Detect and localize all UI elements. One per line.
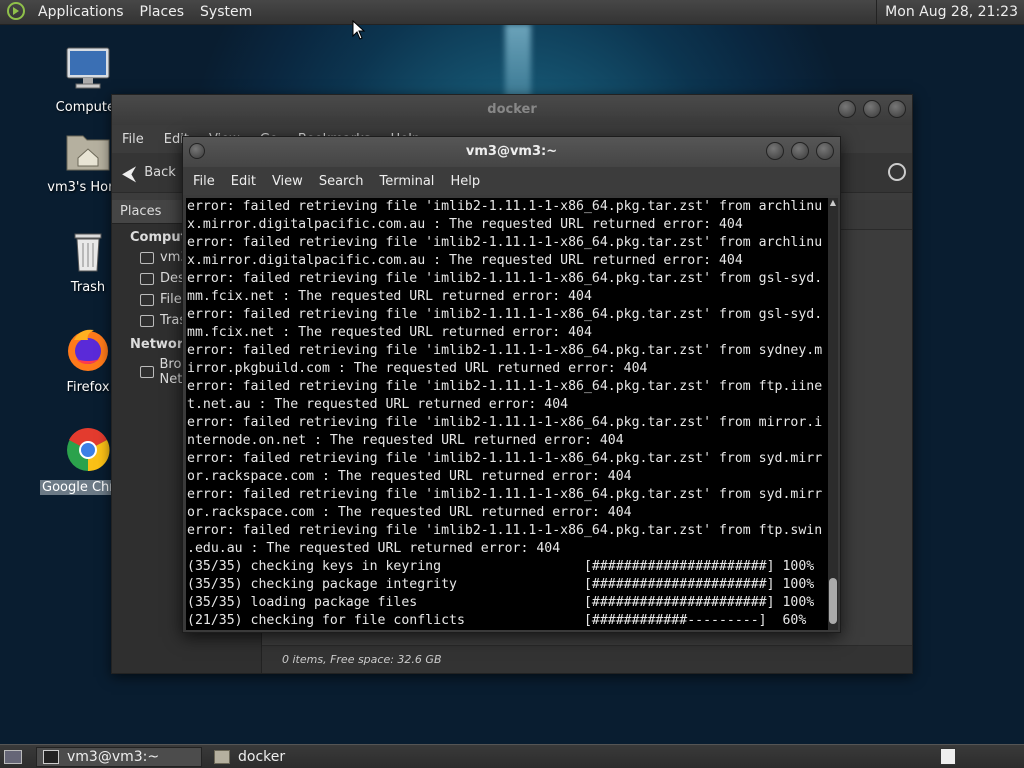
scroll-up-icon[interactable]: ▲ xyxy=(828,198,838,208)
menu-file[interactable]: File xyxy=(185,174,223,189)
minimize-button[interactable] xyxy=(766,142,784,160)
terminal-line: (35/35) checking package integrity [####… xyxy=(187,577,815,592)
terminal-line: (35/35) checking keys in keyring [######… xyxy=(187,559,815,574)
firefox-icon xyxy=(64,329,112,378)
terminal-line: mm.fcix.net : The requested URL returned… xyxy=(187,289,592,304)
terminal-line: x.mirror.digitalpacific.com.au : The req… xyxy=(187,253,743,268)
taskbar-item-docker[interactable]: docker xyxy=(208,747,291,767)
show-desktop-icon[interactable] xyxy=(4,749,22,764)
window-title: vm3@vm3:~ xyxy=(465,144,558,159)
task-label: vm3@vm3:~ xyxy=(67,748,160,765)
menu-help[interactable]: Help xyxy=(442,174,488,189)
trash-icon xyxy=(68,233,108,278)
terminal-line: error: failed retrieving file 'imlib2-1.… xyxy=(187,199,823,214)
terminal-line: t.net.au : The requested URL returned er… xyxy=(187,397,569,412)
terminal-line: (21/35) checking for file conflicts [###… xyxy=(187,613,807,628)
network-icon xyxy=(140,366,154,378)
terminal-line: irror.pkgbuild.com : The requested URL r… xyxy=(187,361,648,376)
workspace-switcher[interactable] xyxy=(940,748,956,765)
drive-icon xyxy=(140,293,154,306)
terminal-line: .edu.au : The requested URL returned err… xyxy=(187,541,561,556)
terminal-lines: error: failed retrieving file 'imlib2-1.… xyxy=(186,198,828,630)
terminal-line: (35/35) loading package files [#########… xyxy=(187,595,815,610)
terminal-icon xyxy=(43,749,59,764)
back-arrow-icon: ⮜ xyxy=(122,160,137,185)
terminal-line: error: failed retrieving file 'imlib2-1.… xyxy=(187,415,823,430)
terminal-line: or.rackspace.com : The requested URL ret… xyxy=(187,505,632,520)
menu-edit[interactable]: Edit xyxy=(223,174,264,189)
task-label: docker xyxy=(238,748,286,765)
maximize-button[interactable] xyxy=(791,142,809,160)
terminal-line: error: failed retrieving file 'imlib2-1.… xyxy=(187,235,823,250)
applications-menu[interactable]: Applications xyxy=(30,0,132,25)
back-label: Back xyxy=(144,165,176,180)
file-manager-titlebar[interactable]: docker xyxy=(112,95,912,125)
window-title: docker xyxy=(487,102,537,117)
close-button[interactable] xyxy=(888,100,906,118)
maximize-button[interactable] xyxy=(863,100,881,118)
taskbar-item-terminal[interactable]: vm3@vm3:~ xyxy=(36,746,202,767)
desktop-icon-label: Google Chrome xyxy=(40,480,116,495)
trash-icon xyxy=(140,314,154,327)
terminal-scrollbar[interactable]: ▲ xyxy=(828,198,838,630)
window-menu-button[interactable] xyxy=(189,143,205,159)
bottom-panel: vm3@vm3:~ docker xyxy=(0,744,1024,768)
terminal-line: error: failed retrieving file 'imlib2-1.… xyxy=(187,343,823,358)
terminal-line: mm.fcix.net : The requested URL returned… xyxy=(187,325,592,340)
terminal-line: nternode.on.net : The requested URL retu… xyxy=(187,433,624,448)
terminal-line: or.rackspace.com : The requested URL ret… xyxy=(187,469,632,484)
reload-icon[interactable] xyxy=(888,163,906,181)
terminal-line: error: failed retrieving file 'imlib2-1.… xyxy=(187,451,823,466)
terminal-titlebar[interactable]: vm3@vm3:~ xyxy=(183,137,840,167)
mate-logo-icon[interactable] xyxy=(6,1,28,23)
status-bar: 0 items, Free space: 32.6 GB xyxy=(262,645,912,673)
top-panel: Applications Places System Mon Aug 28, 2… xyxy=(0,0,1024,25)
home-icon xyxy=(140,251,154,264)
menu-file[interactable]: File xyxy=(112,132,154,147)
close-button[interactable] xyxy=(816,142,834,160)
terminal-menubar: File Edit View Search Terminal Help xyxy=(183,167,840,195)
chrome-icon xyxy=(64,427,112,478)
terminal-line: error: failed retrieving file 'imlib2-1.… xyxy=(187,379,823,394)
folder-icon xyxy=(214,749,230,764)
back-button[interactable]: ⮜ Back xyxy=(122,161,176,185)
scrollbar-thumb[interactable] xyxy=(829,578,837,624)
terminal-output[interactable]: error: failed retrieving file 'imlib2-1.… xyxy=(186,198,828,630)
clock[interactable]: Mon Aug 28, 21:23 xyxy=(876,0,1018,25)
places-menu[interactable]: Places xyxy=(132,0,193,25)
terminal-line: error: failed retrieving file 'imlib2-1.… xyxy=(187,271,823,286)
terminal-line: error: failed retrieving file 'imlib2-1.… xyxy=(187,307,823,322)
terminal-line: error: failed retrieving file 'imlib2-1.… xyxy=(187,487,823,502)
menu-terminal[interactable]: Terminal xyxy=(371,174,442,189)
minimize-button[interactable] xyxy=(838,100,856,118)
terminal-line: x.mirror.digitalpacific.com.au : The req… xyxy=(187,217,743,232)
menu-search[interactable]: Search xyxy=(311,174,372,189)
system-menu[interactable]: System xyxy=(192,0,260,25)
menu-view[interactable]: View xyxy=(264,174,311,189)
home-folder-icon xyxy=(64,135,112,178)
mouse-cursor-icon xyxy=(352,20,366,40)
terminal-line: error: failed retrieving file 'imlib2-1.… xyxy=(187,523,823,538)
terminal-window: vm3@vm3:~ File Edit View Search Terminal… xyxy=(182,136,841,633)
desktop-icon xyxy=(140,272,154,285)
computer-icon xyxy=(64,47,112,98)
